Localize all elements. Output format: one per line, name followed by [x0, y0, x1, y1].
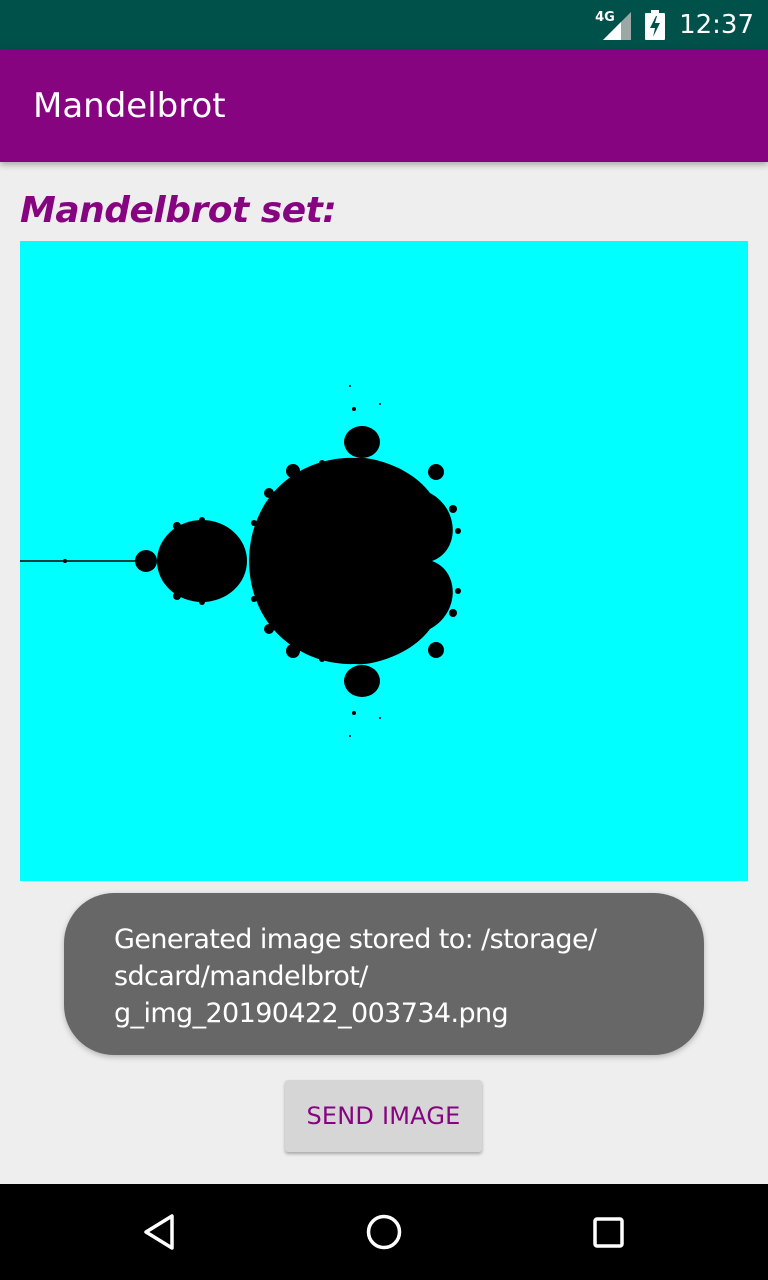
network-type-label: 4G: [595, 10, 615, 25]
toast-line: g_img_20190422_003734.png: [114, 998, 509, 1029]
recents-icon[interactable]: [584, 1208, 632, 1256]
toast-line: Generated image stored to: /storage/: [114, 924, 597, 955]
toast-message: Generated image stored to: /storage/ sdc…: [64, 893, 704, 1055]
status-icons: 4G 12:37: [595, 0, 754, 50]
section-heading: Mandelbrot set:: [20, 190, 337, 231]
signal-icon: 4G: [595, 10, 632, 40]
battery-charging-icon: [645, 10, 666, 40]
send-image-button[interactable]: SEND IMAGE: [285, 1080, 482, 1152]
toast-line: sdcard/mandelbrot/: [114, 961, 368, 992]
app-title: Mandelbrot: [33, 86, 226, 126]
mandelbrot-image: [20, 241, 748, 881]
home-icon[interactable]: [360, 1208, 408, 1256]
status-bar: 4G 12:37: [0, 0, 768, 50]
status-time: 12:37: [679, 10, 754, 40]
back-icon[interactable]: [136, 1208, 184, 1256]
navigation-bar: [0, 1184, 768, 1280]
app-bar: Mandelbrot: [0, 50, 768, 162]
